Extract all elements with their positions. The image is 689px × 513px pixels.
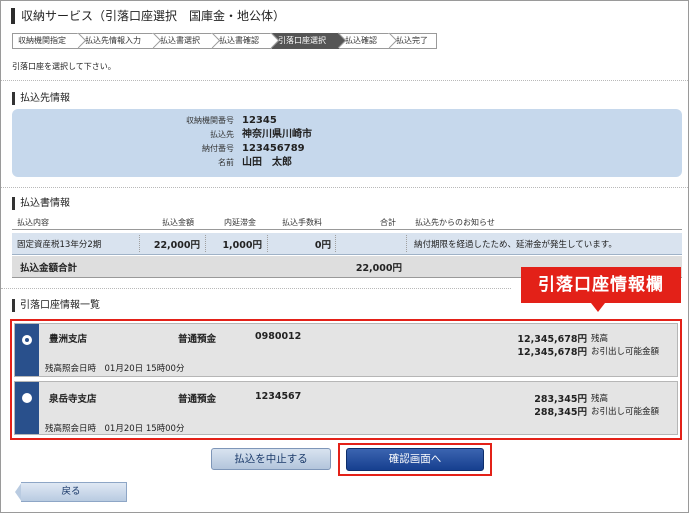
- account-balance: 12,345,678円: [517, 334, 587, 345]
- step-invoice-select: 払込書選択: [154, 33, 213, 49]
- invoice-notice: 納付期限を経過したため、延滞金が発生しています。: [414, 239, 617, 250]
- total-value: 22,000円: [355, 262, 402, 274]
- payee-section-heading: 払込先情報: [12, 92, 70, 105]
- account-radio[interactable]: [22, 393, 32, 403]
- payee-label: 収納機関番号: [186, 116, 234, 125]
- payee-value: 山田 太郎: [242, 157, 292, 168]
- payee-value: 神奈川県川崎市: [242, 129, 312, 140]
- account-row[interactable]: 泉岳寺支店 普通預金 1234567 283,345円 残高 288,345円 …: [14, 381, 678, 435]
- accounts-section-heading: 引落口座情報一覧: [12, 299, 100, 312]
- account-type: 普通預金: [178, 334, 217, 345]
- payee-row-payment-number: 納付番号 123456789: [12, 143, 682, 155]
- account-list-highlight: 豊洲支店 普通預金 0980012 12,345,678円 残高 12,345,…: [10, 319, 682, 440]
- invoice-table-header: 払込内容 払込金額 内延滞金 払込手数料 合計 払込先からのお知らせ: [12, 216, 682, 230]
- cell-divider: [406, 235, 407, 252]
- balance-label: 残高: [591, 334, 609, 344]
- step-progress-bar: 収納機関指定 払込先情報入力 払込書選択 払込書確認 引落口座選択 払込確認 払…: [12, 33, 437, 49]
- payee-label: 払込先: [210, 130, 234, 139]
- divider: [1, 187, 689, 188]
- col-arrears: 内延滞金: [224, 218, 256, 227]
- back-button-label: 戻る: [61, 486, 81, 497]
- col-content: 払込内容: [17, 218, 49, 227]
- instruction-text: 引落口座を選択して下さい。: [12, 62, 116, 71]
- payee-value: 12345: [242, 115, 277, 126]
- available-label: お引出し可能金額: [591, 347, 660, 357]
- callout-pointer: [591, 303, 605, 312]
- account-available: 288,345円: [534, 407, 587, 418]
- payee-info-panel: 収納機関番号 12345 払込先 神奈川県川崎市 納付番号 123456789 …: [12, 109, 682, 177]
- back-button[interactable]: 戻る: [15, 482, 127, 502]
- account-radio[interactable]: [22, 335, 32, 345]
- account-select-bar[interactable]: [15, 382, 39, 434]
- invoice-content: 固定資産税13年分2期: [17, 239, 102, 250]
- account-row[interactable]: 豊洲支店 普通預金 0980012 12,345,678円 残高 12,345,…: [14, 323, 678, 377]
- account-info-callout: 引落口座情報欄: [521, 267, 681, 303]
- account-number: 1234567: [255, 391, 302, 402]
- invoice-row: 固定資産税13年分2期 22,000円 1,000円 0円 納付期限を経過したた…: [12, 233, 682, 255]
- invoice-section-heading: 払込書情報: [12, 197, 70, 210]
- divider: [1, 288, 511, 289]
- invoice-total: [336, 233, 402, 254]
- page-frame: 収納サービス（引落口座選択 国庫金・地公体） 収納機関指定 払込先情報入力 払込…: [0, 0, 689, 513]
- col-amount: 払込金額: [162, 218, 194, 227]
- payee-row-destination: 払込先 神奈川県川崎市: [12, 129, 682, 141]
- balance-label: 残高: [591, 394, 609, 404]
- cancel-payment-button[interactable]: 払込を中止する: [211, 448, 331, 470]
- account-available: 12,345,678円: [517, 347, 587, 358]
- divider: [1, 80, 689, 81]
- account-branch: 泉岳寺支店: [49, 394, 97, 405]
- step-payee-input: 払込先情報入力: [79, 33, 154, 49]
- total-label: 払込金額合計: [20, 262, 78, 274]
- account-number: 0980012: [255, 331, 302, 342]
- step-institution: 収納機関指定: [12, 33, 79, 49]
- balance-inquiry-time: 残高照会日時 01月20日 15時00分: [45, 424, 185, 434]
- col-fee: 払込手数料: [282, 218, 322, 227]
- col-notice: 払込先からのお知らせ: [415, 218, 495, 227]
- step-payment-confirm: 払込確認: [339, 33, 390, 49]
- account-branch: 豊洲支店: [49, 334, 88, 345]
- invoice-amount: 22,000円: [153, 239, 200, 251]
- step-account-select: 引落口座選択: [272, 33, 339, 49]
- confirm-button-highlight: 確認画面へ: [338, 443, 492, 476]
- payee-row-institution: 収納機関番号 12345: [12, 115, 682, 127]
- account-select-bar[interactable]: [15, 324, 39, 376]
- invoice-arrears: 1,000円: [222, 239, 262, 251]
- confirm-button[interactable]: 確認画面へ: [346, 448, 484, 471]
- step-complete: 払込完了: [390, 33, 437, 49]
- col-total: 合計: [380, 218, 396, 227]
- payee-value: 123456789: [242, 143, 305, 154]
- payee-label: 納付番号: [202, 144, 234, 153]
- page-title: 収納サービス（引落口座選択 国庫金・地公体）: [11, 8, 285, 24]
- payee-row-name: 名前 山田 太郎: [12, 157, 682, 169]
- account-balance: 283,345円: [534, 394, 587, 405]
- invoice-fee: 0円: [314, 239, 331, 251]
- payee-label: 名前: [218, 158, 234, 167]
- available-label: お引出し可能金額: [591, 407, 660, 417]
- balance-inquiry-time: 残高照会日時 01月20日 15時00分: [45, 364, 185, 374]
- account-type: 普通預金: [178, 394, 217, 405]
- step-invoice-confirm: 払込書確認: [213, 33, 272, 49]
